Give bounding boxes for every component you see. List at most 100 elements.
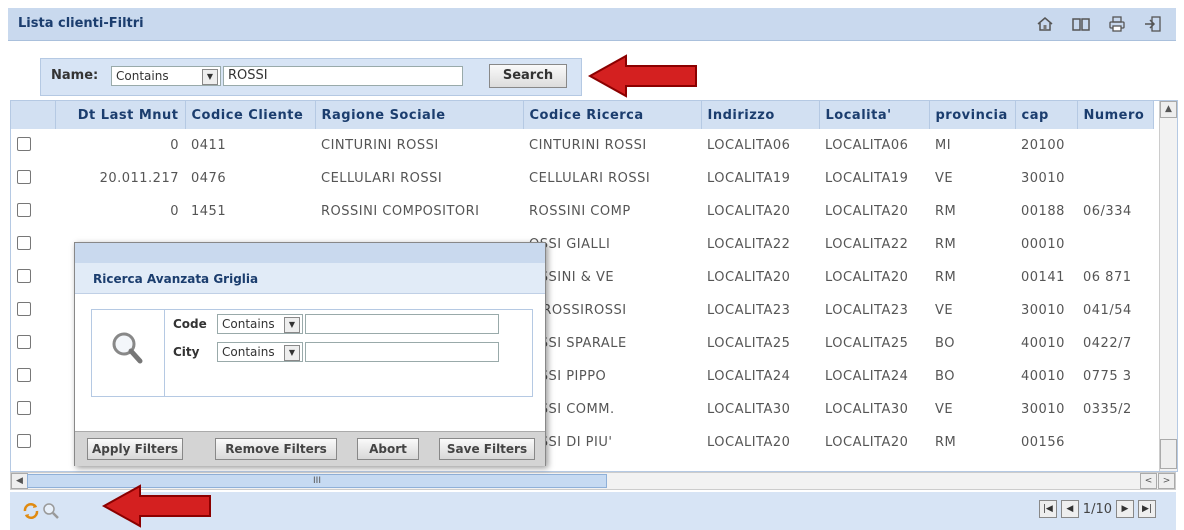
column-header[interactable]: Indirizzo [701, 101, 820, 129]
search-operator-value: Contains [116, 69, 169, 83]
row-checkbox-cell [11, 294, 55, 327]
code-input[interactable] [305, 314, 499, 334]
row-checkbox[interactable] [17, 136, 31, 151]
table-cell-provincia: RM [935, 237, 957, 252]
search-icon[interactable] [42, 502, 60, 524]
column-header[interactable]: cap [1015, 101, 1078, 129]
scroll-right-icon[interactable]: > [1158, 473, 1175, 489]
row-checkbox[interactable] [17, 301, 31, 316]
code-operator-value: Contains [222, 317, 275, 331]
table-cell-numero: 0335/2 [1083, 402, 1132, 417]
row-checkbox[interactable] [17, 169, 31, 184]
column-header[interactable]: Codice Ricerca [523, 101, 702, 129]
home-icon[interactable] [1034, 13, 1056, 35]
scroll-up-icon[interactable]: ▲ [1160, 101, 1177, 118]
table-cell-provincia: MI [935, 138, 952, 153]
table-cell-cap: 30010 [1021, 171, 1065, 186]
pager: |◀ ◀ 1/10 ▶ ▶| [1038, 500, 1156, 518]
row-checkbox[interactable] [17, 235, 31, 250]
city-operator-select[interactable]: Contains ▼ [217, 342, 303, 362]
search-bar: Name: Contains ▼ ROSSI Search [40, 58, 582, 96]
scroll-thumb[interactable] [1160, 439, 1177, 469]
table-cell-dt: 0 [170, 204, 179, 219]
abort-button[interactable]: Abort [357, 438, 419, 460]
table-cell-localita: LOCALITA24 [825, 369, 909, 384]
search-operator-select[interactable]: Contains ▼ [111, 66, 221, 86]
row-checkbox[interactable] [17, 433, 31, 448]
table-cell-ricerca: OSSI COMM. [529, 402, 615, 417]
next-page-icon[interactable]: ▶ [1116, 500, 1134, 518]
table-cell-indirizzo: LOCALITA20 [707, 204, 791, 219]
column-header[interactable]: Dt Last Mnut [55, 101, 186, 129]
city-filter-row: City Contains ▼ [165, 338, 532, 366]
row-checkbox-cell [11, 327, 55, 360]
table-cell-numero: 06 871 [1083, 270, 1132, 285]
table-row[interactable]: 0 1451 ROSSINI COMPOSITORI ROSSINI COMP LOCA… [11, 195, 1153, 228]
table-cell-localita: LOCALITA20 [825, 204, 909, 219]
save-filters-button[interactable]: Save Filters [439, 438, 535, 460]
table-cell-numero [1077, 426, 1153, 459]
table-cell-numero: 0775 3 [1083, 369, 1132, 384]
red-arrow-annotation-search [587, 54, 697, 98]
table-cell-cap: 00141 [1021, 270, 1065, 285]
row-checkbox[interactable] [17, 367, 31, 382]
table-cell-indirizzo: LOCALITA20 [707, 435, 791, 450]
column-header[interactable]: Codice Cliente [185, 101, 316, 129]
printer-icon[interactable] [1106, 13, 1128, 35]
table-cell-ricerca: CINTURINI ROSSI [529, 138, 647, 153]
table-cell-ricerca: ROSSINI COMP [529, 204, 631, 219]
exit-icon[interactable] [1142, 13, 1164, 35]
vertical-scrollbar[interactable]: ▲ [1159, 101, 1177, 471]
prev-page-icon[interactable]: ◀ [1060, 500, 1079, 518]
table-cell-cap: 00188 [1021, 204, 1065, 219]
table-cell-numero: 041/54 [1083, 303, 1132, 318]
row-checkbox[interactable] [17, 334, 31, 349]
row-checkbox[interactable] [17, 202, 31, 217]
column-header[interactable]: Localita' [819, 101, 930, 129]
dialog-title-bar: Ricerca Avanzata Griglia [75, 263, 545, 294]
table-cell-indirizzo: LOCALITA25 [707, 336, 791, 351]
table-cell-localita: LOCALITA06 [825, 138, 909, 153]
table-cell-provincia: VE [935, 171, 954, 186]
city-input[interactable] [305, 342, 499, 362]
table-cell-cap: 20100 [1021, 138, 1065, 153]
table-cell-provincia: VE [935, 402, 954, 417]
table-row[interactable]: 0 0411 CINTURINI ROSSI CINTURINI ROSSI LOCAL… [11, 129, 1153, 162]
column-header[interactable]: Ragione Sociale [315, 101, 524, 129]
dialog-footer: Apply Filters Remove Filters Abort Save … [75, 431, 545, 466]
table-cell-numero [1077, 228, 1153, 261]
column-header[interactable]: Numero [1077, 101, 1154, 129]
table-row[interactable]: 20.011.217 0476 CELLULARI ROSSI CELLULARI R… [11, 162, 1153, 195]
table-cell-localita: LOCALITA22 [825, 237, 909, 252]
refresh-icon[interactable] [22, 502, 40, 524]
table-cell-localita: LOCALITA20 [825, 435, 909, 450]
city-label: City [173, 345, 200, 359]
last-page-icon[interactable]: ▶| [1138, 500, 1156, 518]
column-header[interactable]: provincia [929, 101, 1016, 129]
code-operator-select[interactable]: Contains ▼ [217, 314, 303, 334]
apply-filters-button[interactable]: Apply Filters [87, 438, 183, 460]
table-cell-localita: LOCALITA23 [825, 303, 909, 318]
table-cell-localita: LOCALITA30 [825, 402, 909, 417]
header-checkbox-column [11, 101, 56, 129]
window-title: Lista clienti-Filtri [18, 16, 144, 31]
dialog-header-bar[interactable] [75, 243, 545, 263]
row-checkbox[interactable] [17, 400, 31, 415]
scroll-left-icon[interactable]: ◀ [11, 473, 28, 489]
search-input[interactable]: ROSSI [223, 66, 463, 86]
remove-filters-button[interactable]: Remove Filters [215, 438, 337, 460]
dialog-form: Code Contains ▼ City Contains ▼ [91, 309, 533, 397]
chevron-down-icon: ▼ [284, 345, 300, 361]
search-button[interactable]: Search [489, 64, 567, 88]
row-checkbox[interactable] [17, 268, 31, 283]
table-cell-ragione: CINTURINI ROSSI [321, 138, 439, 153]
table-cell-codice: 0476 [191, 171, 227, 186]
scroll-left-icon[interactable]: < [1140, 473, 1157, 489]
table-cell-indirizzo: LOCALITA06 [707, 138, 791, 153]
table-cell-cap: 40010 [1021, 336, 1065, 351]
table-cell-cap: 00010 [1021, 237, 1065, 252]
title-bar: Lista clienti-Filtri [8, 8, 1176, 41]
book-icon[interactable] [1070, 13, 1092, 35]
first-page-icon[interactable]: |◀ [1038, 500, 1057, 518]
page-indicator: 1/10 [1082, 501, 1112, 517]
